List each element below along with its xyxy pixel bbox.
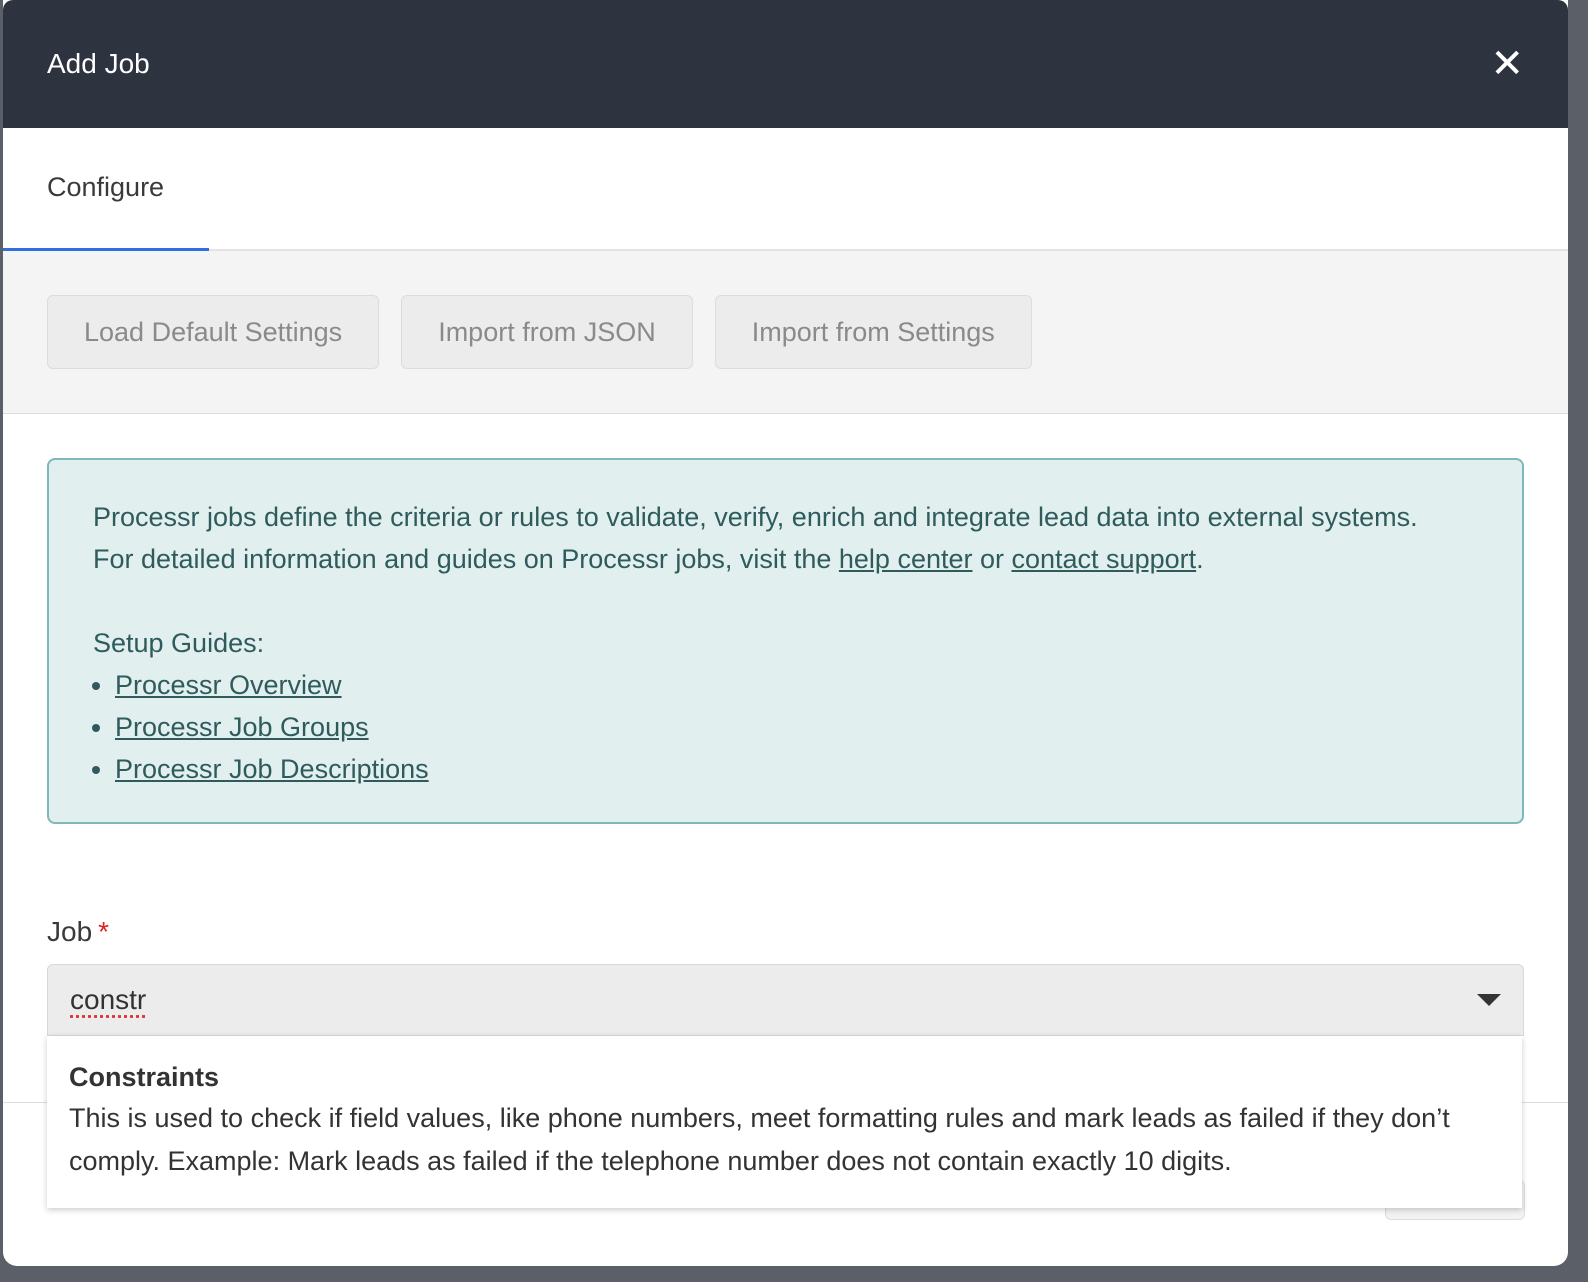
info-line-2-suffix: . [1196, 544, 1204, 574]
import-from-settings-button[interactable]: Import from Settings [714, 295, 1032, 369]
required-marker: * [98, 916, 110, 947]
list-item: Processr Job Groups [115, 706, 1478, 748]
modal-title: Add Job [47, 48, 150, 79]
processr-overview-link[interactable]: Processr Overview [115, 670, 342, 700]
info-line-2-mid: or [972, 544, 1012, 574]
import-from-json-button[interactable]: Import from JSON [401, 295, 693, 369]
option-title: Constraints [69, 1062, 220, 1092]
job-dropdown-menu: Constraints This is used to check if fie… [47, 1036, 1522, 1208]
help-center-link[interactable]: help center [839, 544, 973, 574]
list-item: Processr Job Descriptions [115, 748, 1478, 790]
dropdown-option-constraints[interactable]: Constraints This is used to check if fie… [69, 1062, 1500, 1183]
info-line-1: Processr jobs define the criteria or rul… [93, 502, 1418, 532]
info-box: Processr jobs define the criteria or rul… [47, 458, 1524, 824]
job-field-label: Job * [47, 916, 1524, 948]
info-line-2-prefix: For detailed information and guides on P… [93, 544, 839, 574]
load-default-settings-button[interactable]: Load Default Settings [47, 295, 380, 369]
contact-support-link[interactable]: contact support [1012, 544, 1197, 574]
tab-bar: Configure [3, 128, 1568, 251]
modal-header: Add Job ✕ [3, 0, 1568, 128]
chevron-down-icon[interactable] [1477, 994, 1501, 1006]
option-description: This is used to check if field values, l… [69, 1103, 1450, 1176]
info-line-2: For detailed information and guides on P… [93, 538, 1478, 580]
setup-guides-list: Processr Overview Processr Job Groups Pr… [115, 664, 1478, 790]
job-select-input[interactable]: constr [70, 984, 146, 1016]
processr-job-descriptions-link[interactable]: Processr Job Descriptions [115, 754, 429, 784]
tab-configure[interactable]: Configure [3, 128, 209, 251]
close-icon[interactable]: ✕ [1490, 44, 1524, 84]
list-item: Processr Overview [115, 664, 1478, 706]
processr-job-groups-link[interactable]: Processr Job Groups [115, 712, 369, 742]
modal-content: Processr jobs define the criteria or rul… [3, 414, 1568, 1036]
job-label-text: Job [47, 916, 93, 947]
setup-guides-heading: Setup Guides: [93, 628, 265, 658]
settings-toolbar: Load Default Settings Import from JSON I… [3, 251, 1568, 414]
job-select[interactable]: constr [47, 964, 1524, 1036]
